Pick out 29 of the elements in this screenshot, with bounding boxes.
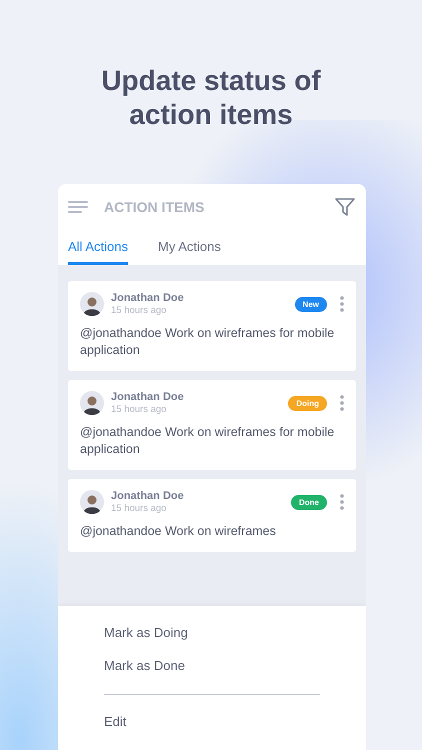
- timestamp: 15 hours ago: [111, 503, 168, 514]
- action-text: @jonathandoe Work on wireframes: [80, 523, 277, 540]
- filter-icon[interactable]: [334, 196, 356, 218]
- action-text: @jonathandoe Work on wireframes for mobile application: [80, 424, 336, 458]
- status-badge: Doing: [288, 396, 327, 410]
- action-card[interactable]: Jonathan Doe 15 hours ago Done @jonathandoe Work on wireframes: [68, 479, 356, 552]
- author-name: Jonathan Doe: [111, 391, 185, 403]
- avatar-icon: [80, 490, 104, 514]
- action-card[interactable]: Jonathan Doe 15 hours ago New @jonathandoe Work on wireframes for mobile application: [68, 281, 356, 371]
- action-text: @jonathandoe Work on wireframes for mobile application: [80, 325, 336, 359]
- tab[interactable]: My Actions: [158, 230, 221, 265]
- menu-item[interactable]: Mark as Done: [104, 649, 320, 682]
- action-card[interactable]: Jonathan Doe 15 hours ago Doing @jonathandoe Work on wireframes for mobile application: [68, 380, 356, 470]
- author-name: Jonathan Doe: [111, 490, 185, 502]
- more-icon[interactable]: [340, 494, 344, 510]
- status-badge: Done: [291, 494, 327, 510]
- timestamp: 15 hours ago: [111, 404, 168, 415]
- screen-title: ACTION ITEMS: [104, 199, 206, 215]
- avatar-icon: [80, 292, 104, 316]
- more-icon[interactable]: [340, 395, 344, 411]
- headline: Update status of action items: [100, 64, 322, 132]
- author-name: Jonathan Doe: [111, 292, 185, 304]
- status-badge: New: [294, 296, 327, 312]
- timestamp: 15 hours ago: [111, 305, 168, 316]
- menu-item[interactable]: Mark as Doing: [104, 616, 320, 649]
- more-icon[interactable]: [340, 296, 344, 312]
- avatar-icon: [80, 391, 104, 415]
- menu-icon[interactable]: [68, 200, 88, 214]
- menu-item[interactable]: Edit: [104, 705, 320, 738]
